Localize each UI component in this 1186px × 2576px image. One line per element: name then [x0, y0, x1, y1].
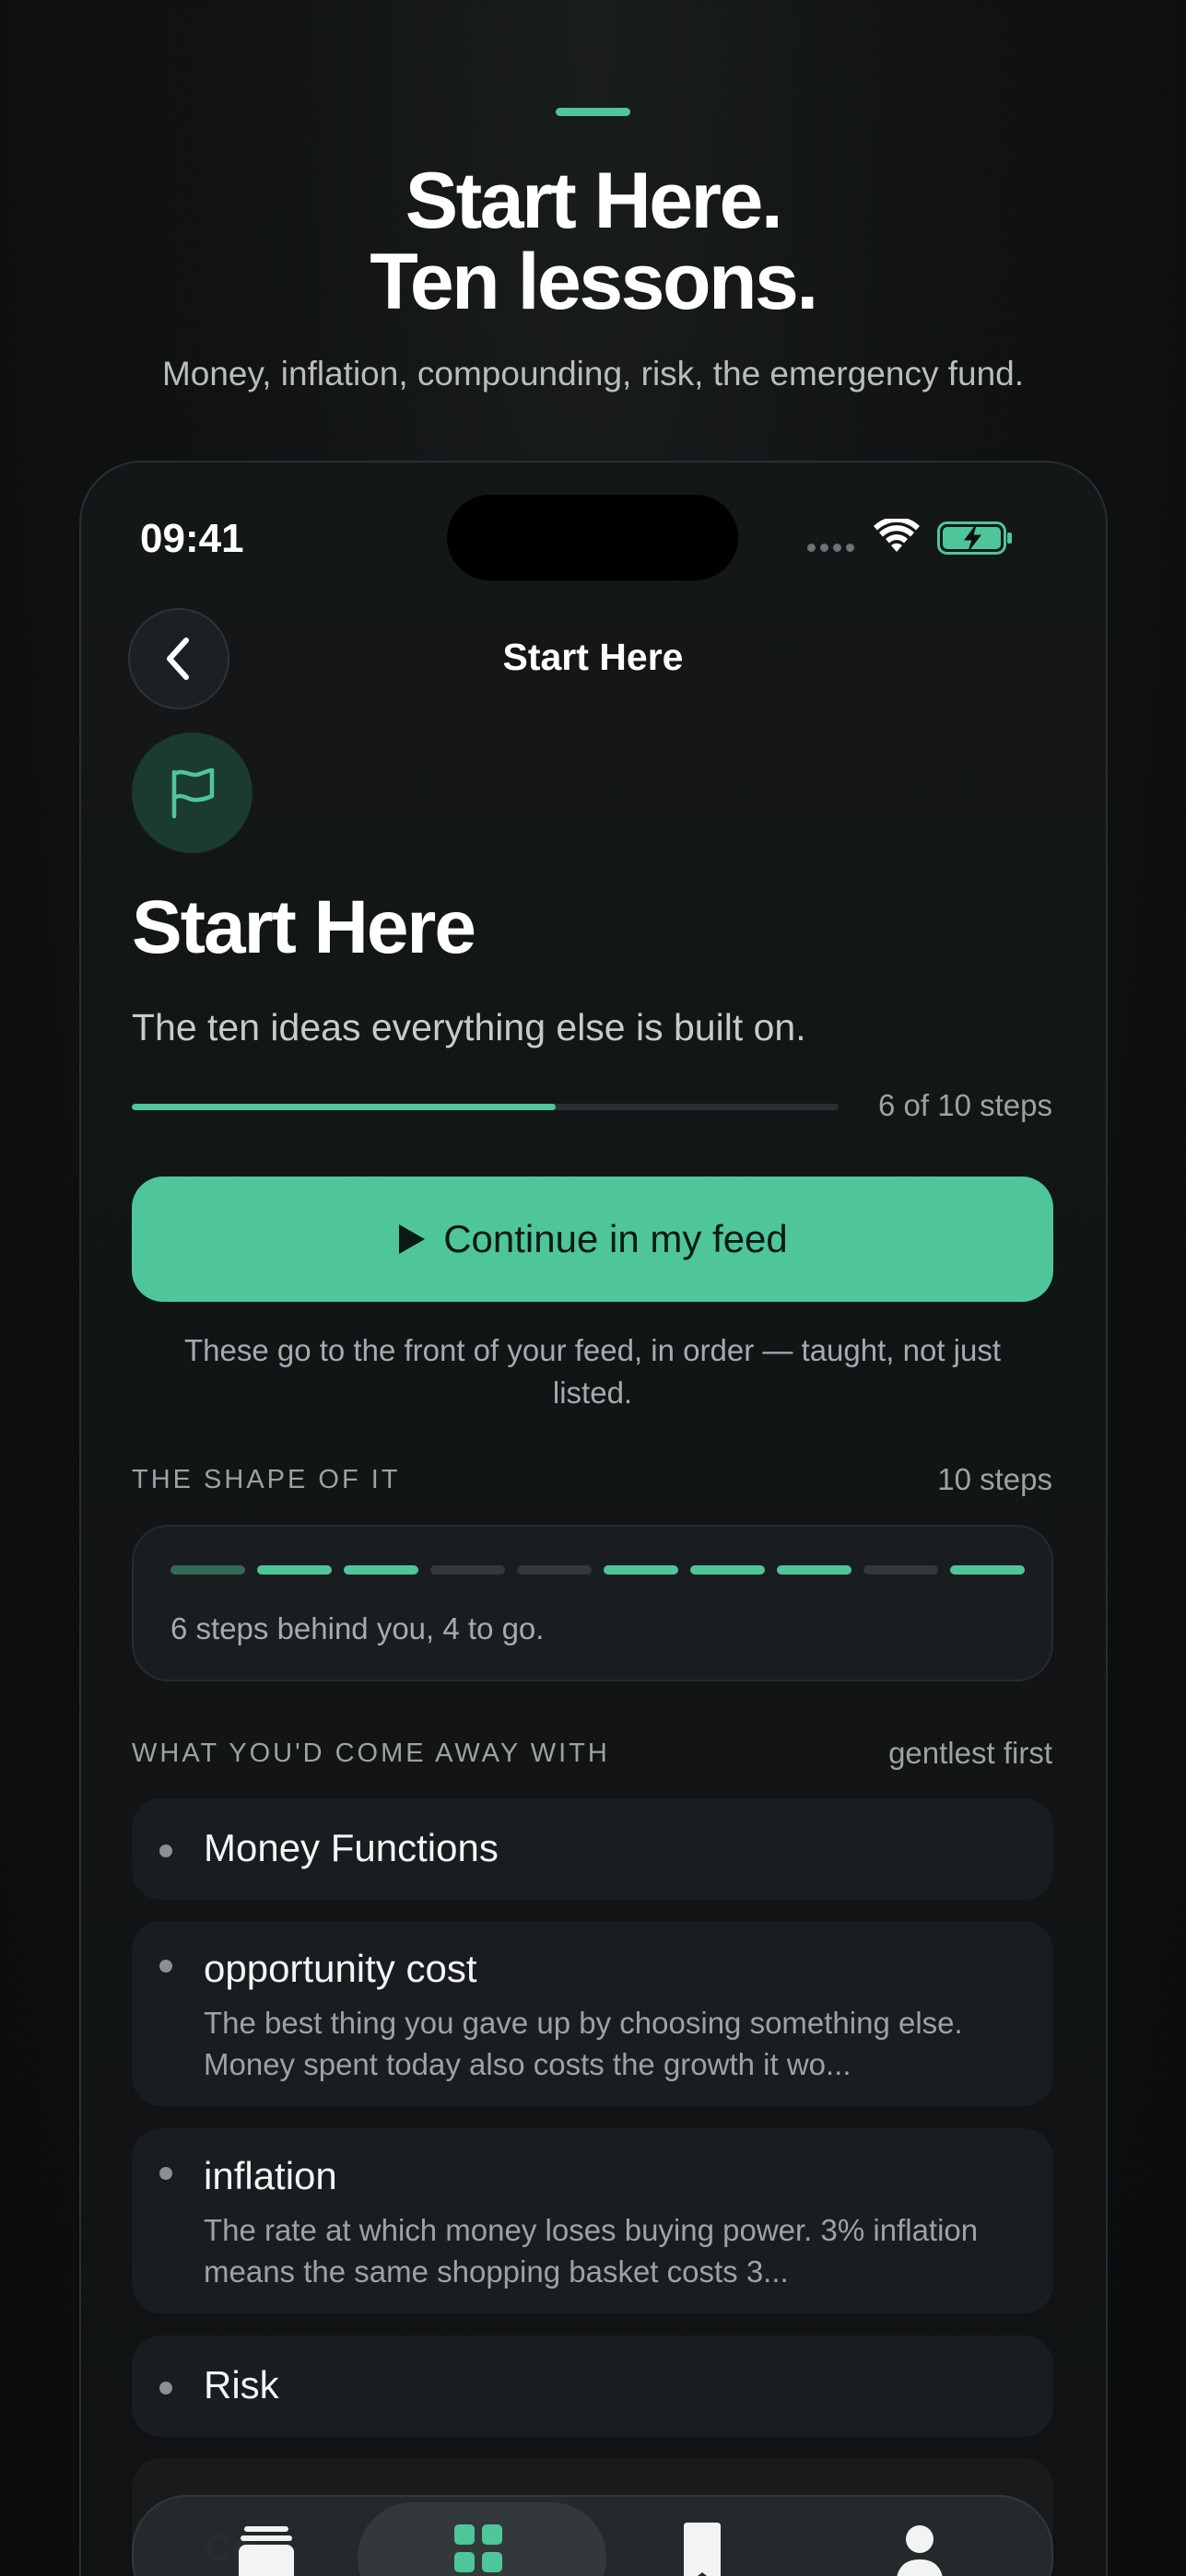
step-segment-todo [517, 1565, 592, 1575]
steps-card: 6 steps behind you, 4 to go. [132, 1525, 1053, 1681]
tab-profile[interactable] [894, 2523, 945, 2576]
tab-stack[interactable] [237, 2523, 296, 2576]
lesson-item[interactable]: Money Functions [132, 1798, 1053, 1900]
tab-grid[interactable] [452, 2523, 504, 2576]
step-segment-done [257, 1565, 332, 1575]
step-segments [170, 1565, 1025, 1575]
continue-in-feed-button[interactable]: Continue in my feed [132, 1177, 1053, 1302]
step-segment-todo [863, 1565, 938, 1575]
shape-section-count: 10 steps [937, 1462, 1052, 1496]
cellular-signal-icon [807, 544, 854, 552]
nav-title: Start Here [502, 636, 684, 678]
bullet-dot [159, 2382, 172, 2395]
stack-icon [239, 2526, 294, 2576]
flag-badge [132, 732, 252, 853]
step-segment-done [344, 1565, 418, 1575]
steps-summary: 6 steps behind you, 4 to go. [170, 1611, 545, 1645]
grid-icon [454, 2524, 502, 2572]
lesson-item[interactable]: opportunity cost The best thing you gave… [132, 1921, 1053, 2106]
lesson-description: The rate at which money loses buying pow… [204, 2213, 979, 2289]
tab-bookmarks[interactable] [682, 2523, 722, 2576]
lesson-item[interactable]: Risk [132, 2336, 1053, 2437]
page-subtitle: The ten ideas everything else is built o… [132, 1006, 806, 1048]
progress-bar [132, 1104, 839, 1110]
step-segment-done [950, 1565, 1025, 1575]
shape-section-label: THE SHAPE OF IT [132, 1465, 401, 1494]
step-segment-current [170, 1565, 245, 1575]
continue-button-label: Continue in my feed [443, 1217, 788, 1260]
cta-note: These go to the front of your feed, in o… [183, 1333, 1002, 1410]
step-segment-done [690, 1565, 765, 1575]
outcomes-section-label: WHAT YOU'D COME AWAY WITH [132, 1739, 610, 1768]
progress-fill [132, 1104, 557, 1110]
step-segment-done [604, 1565, 678, 1575]
page-title: Start Here [132, 885, 476, 969]
lesson-title: inflation [204, 2154, 337, 2197]
step-segment-done [777, 1565, 851, 1575]
accent-dash [556, 108, 630, 116]
hero-title-line1: Start Here. [405, 157, 783, 245]
bullet-dot [159, 1844, 172, 1857]
wifi-icon [874, 519, 920, 552]
lesson-title: Money Functions [204, 1826, 499, 1869]
bullet-dot [159, 2167, 172, 2180]
tab-bar [132, 2495, 1053, 2576]
flag-icon [171, 767, 214, 818]
lesson-title: Risk [204, 2363, 279, 2406]
outcomes-sort: gentlest first [888, 1736, 1052, 1770]
progress-label: 6 of 10 steps [878, 1088, 1052, 1122]
profile-icon [897, 2525, 943, 2576]
hero-subtitle: Money, inflation, compounding, risk, the… [161, 355, 1025, 392]
bullet-dot [159, 1960, 172, 1973]
lesson-item[interactable]: inflation The rate at which money loses … [132, 2128, 1053, 2313]
play-icon [399, 1224, 426, 1254]
battery-icon [937, 521, 1012, 555]
lesson-description: The best thing you gave up by choosing s… [204, 2006, 963, 2081]
step-segment-todo [430, 1565, 505, 1575]
bookmark-icon [684, 2523, 721, 2576]
hero-title-line2: Ten lessons. [370, 238, 818, 326]
lesson-title: opportunity cost [204, 1947, 477, 1990]
dynamic-island [447, 495, 738, 580]
status-time: 09:41 [140, 516, 244, 561]
